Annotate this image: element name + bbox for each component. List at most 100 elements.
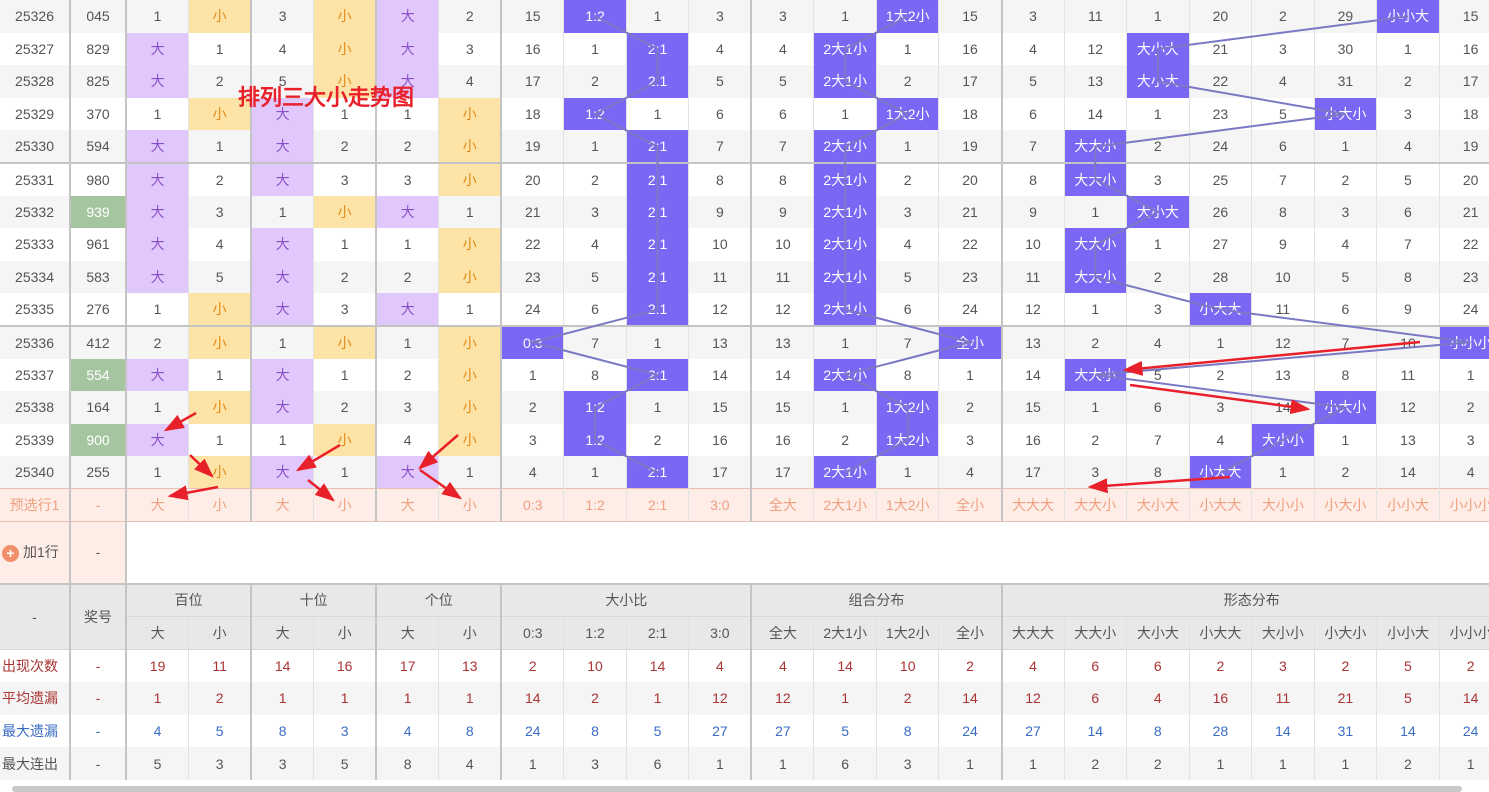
preselect-option[interactable]: 小大小: [1314, 488, 1378, 522]
preselect-option[interactable]: 1大2小: [876, 488, 940, 522]
miss-count-cell: 1: [626, 391, 690, 424]
preselect-option[interactable]: 1:2: [563, 488, 627, 522]
preselect-option[interactable]: 2:1: [626, 488, 690, 522]
preselect-option[interactable]: 小: [313, 488, 378, 522]
add-row-button[interactable]: + 加1行: [0, 521, 72, 585]
header-group: 个位: [376, 583, 503, 617]
preselect-option[interactable]: 大小小: [1251, 488, 1315, 522]
miss-count-cell: 9: [1001, 195, 1065, 229]
stats-value: 5: [1376, 649, 1440, 683]
horizontal-scrollbar[interactable]: [12, 786, 1462, 792]
draw-row: 25339 900 大 1 1 小 4 小 3 1:2 2 16 16 2 1大2小 3 16 2 7 4 大小小 1 13…: [0, 423, 1489, 457]
stats-value: 11: [1251, 682, 1315, 715]
hit-cell: 大: [251, 228, 315, 261]
miss-count-cell: 3: [438, 32, 503, 66]
hit-cell: 2:1: [626, 162, 690, 196]
miss-count-cell: 2: [876, 162, 940, 196]
stats-value: 5: [188, 714, 253, 748]
header-subcolumn: 大: [126, 616, 190, 650]
stats-value: 3: [876, 747, 940, 780]
miss-count-cell: 17: [751, 456, 815, 489]
miss-count-cell: 2: [1314, 456, 1378, 489]
miss-count-cell: 1: [438, 456, 503, 489]
stats-value: 2: [1126, 747, 1190, 780]
hit-cell: 大: [126, 130, 190, 164]
preselect-option[interactable]: 3:0: [688, 488, 753, 522]
add-row-area: [126, 521, 1489, 585]
miss-count-cell: 1: [313, 358, 378, 392]
preselect-option[interactable]: 大: [251, 488, 315, 522]
hit-cell: 大: [376, 293, 440, 327]
hit-cell: 2大1小: [813, 456, 877, 489]
stats-value: 1: [938, 747, 1003, 780]
stats-num: -: [70, 714, 128, 748]
hit-cell: 2大1小: [813, 162, 877, 196]
miss-count-cell: 22: [1189, 65, 1253, 98]
stats-value: 6: [626, 747, 690, 780]
miss-count-cell: 1: [188, 358, 253, 392]
miss-count-cell: 5: [188, 260, 253, 294]
preselect-option[interactable]: 大大大: [1001, 488, 1065, 522]
header-subcolumn: 小: [188, 616, 253, 650]
preselect-option[interactable]: 大大小: [1064, 488, 1128, 522]
miss-count-cell: 1: [188, 423, 253, 457]
stats-value: 1: [438, 682, 503, 715]
miss-count-cell: 8: [688, 162, 753, 196]
header-subcolumn: 小: [313, 616, 378, 650]
miss-count-cell: 8: [1126, 456, 1190, 489]
miss-count-cell: 1: [563, 32, 627, 66]
stats-value: 14: [813, 649, 877, 683]
miss-count-cell: 19: [501, 130, 565, 164]
winning-number: 045: [70, 0, 128, 33]
period-cell: 25328: [0, 65, 72, 98]
preselect-option[interactable]: 小: [438, 488, 503, 522]
miss-count-cell: 14: [751, 358, 815, 392]
preselect-option[interactable]: 大: [376, 488, 440, 522]
miss-count-cell: 21: [501, 195, 565, 229]
add-row-label: 加1行: [23, 544, 59, 561]
header-subcolumn: 大: [251, 616, 315, 650]
miss-count-cell: 1: [876, 456, 940, 489]
winning-number: 583: [70, 260, 128, 294]
header-subcolumn: 小大大: [1189, 616, 1253, 650]
header-group: 百位: [126, 583, 253, 617]
preselect-option[interactable]: 小: [188, 488, 253, 522]
preselect-option[interactable]: 全大: [751, 488, 815, 522]
stats-value: 4: [688, 649, 753, 683]
stats-label: 平均遗漏: [0, 682, 72, 715]
miss-count-cell: 12: [1251, 325, 1315, 359]
miss-count-cell: 1: [1314, 130, 1378, 164]
miss-count-cell: 12: [1376, 391, 1440, 424]
miss-count-cell: 1: [1314, 423, 1378, 457]
miss-count-cell: 2: [376, 130, 440, 164]
preselect-option[interactable]: 大小大: [1126, 488, 1190, 522]
miss-count-cell: 5: [1251, 97, 1315, 131]
preselect-row[interactable]: 预选行1- 大小大小大小 0:3 1:2 2:1 3:0 全大 2大1小 1大2小 全小 大大大 大大…: [0, 488, 1489, 522]
hit-cell: 2:1: [626, 195, 690, 229]
hit-cell: 2大1小: [813, 228, 877, 261]
preselect-option[interactable]: 大: [126, 488, 190, 522]
winning-number: 939: [70, 195, 128, 229]
miss-count-cell: 22: [1439, 228, 1489, 261]
header-subcolumn: 大小大: [1126, 616, 1190, 650]
hit-cell: 大: [126, 260, 190, 294]
miss-count-cell: 1: [251, 325, 315, 359]
preselect-option[interactable]: 0:3: [501, 488, 565, 522]
miss-count-cell: 10: [1251, 260, 1315, 294]
stats-value: 4: [1001, 649, 1065, 683]
miss-count-cell: 3: [1439, 423, 1489, 457]
preselect-option[interactable]: 小小小: [1439, 488, 1489, 522]
miss-count-cell: 1: [126, 0, 190, 33]
header-subcolumn: 3:0: [688, 616, 753, 650]
stats-value: 1: [501, 747, 565, 780]
preselect-option[interactable]: 全小: [938, 488, 1003, 522]
winning-number: 164: [70, 391, 128, 424]
stats-value: 2: [188, 682, 253, 715]
stats-value: 2: [938, 649, 1003, 683]
winning-number: 594: [70, 130, 128, 164]
preselect-option[interactable]: 小小大: [1376, 488, 1440, 522]
draw-row: 25333 961 大 4 大 1 1 小 22 4 2:1 10 10 2大1小 4 22 10 大大小 1 27 9…: [0, 228, 1489, 261]
preselect-option[interactable]: 小大大: [1189, 488, 1253, 522]
preselect-option[interactable]: 2大1小: [813, 488, 877, 522]
miss-count-cell: 5: [1001, 65, 1065, 98]
